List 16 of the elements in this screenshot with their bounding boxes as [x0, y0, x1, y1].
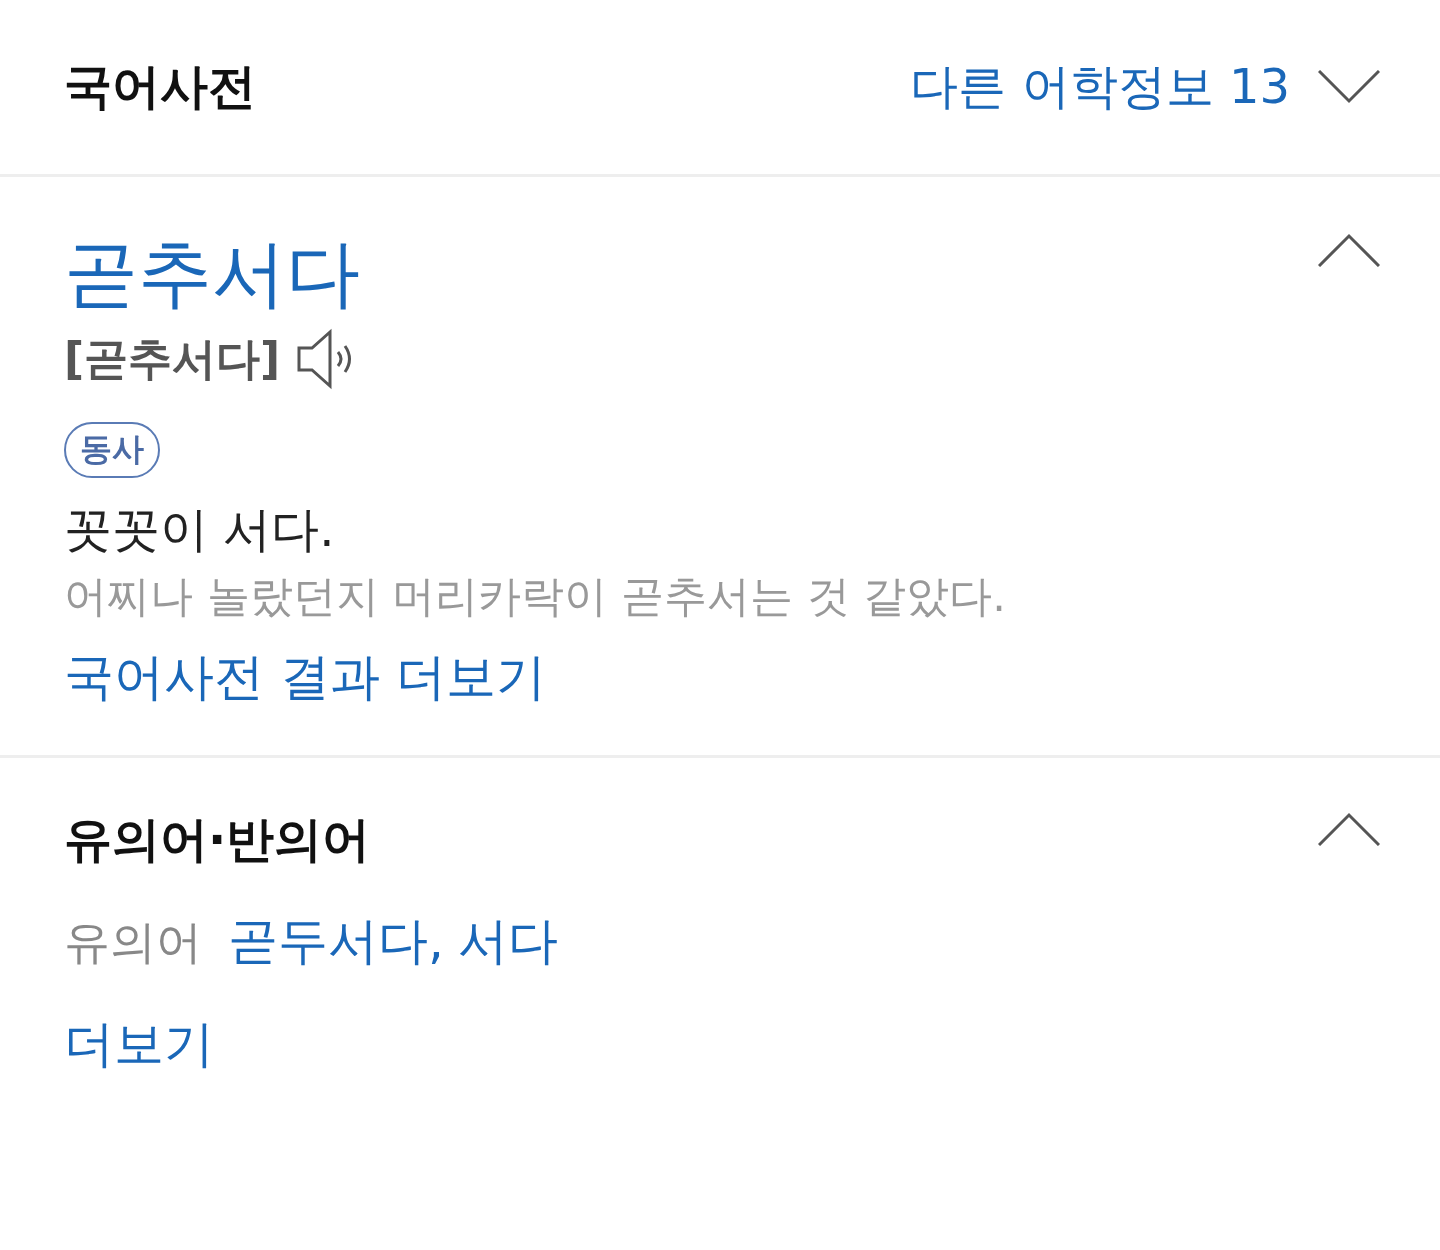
- section-title: 유의어·반의어: [64, 810, 371, 870]
- pronunciation: [곧추서다]: [64, 331, 281, 386]
- other-info-button[interactable]: 다른 어학정보 13: [910, 55, 1290, 119]
- more-results-link[interactable]: 국어사전 결과 더보기: [64, 644, 546, 712]
- chevron-up-icon[interactable]: [1318, 812, 1380, 847]
- definition: 꼿꼿이 서다.: [64, 500, 336, 560]
- chevron-down-icon[interactable]: [1318, 70, 1380, 104]
- synonym-link[interactable]: 서다: [457, 908, 558, 976]
- part-of-speech-tag: 동사: [64, 422, 160, 479]
- page-title: 국어사전: [64, 57, 256, 116]
- synonym-label: 유의어: [64, 914, 202, 972]
- headword: 곧추서다: [64, 233, 360, 315]
- example-sentence: 어찌나 놀랐던지 머리카락이 곧추서는 것 같았다.: [64, 570, 1007, 624]
- synonym-link[interactable]: 곧두서다,: [228, 908, 444, 976]
- more-link[interactable]: 더보기: [64, 1011, 214, 1079]
- chevron-up-icon[interactable]: [1318, 233, 1380, 267]
